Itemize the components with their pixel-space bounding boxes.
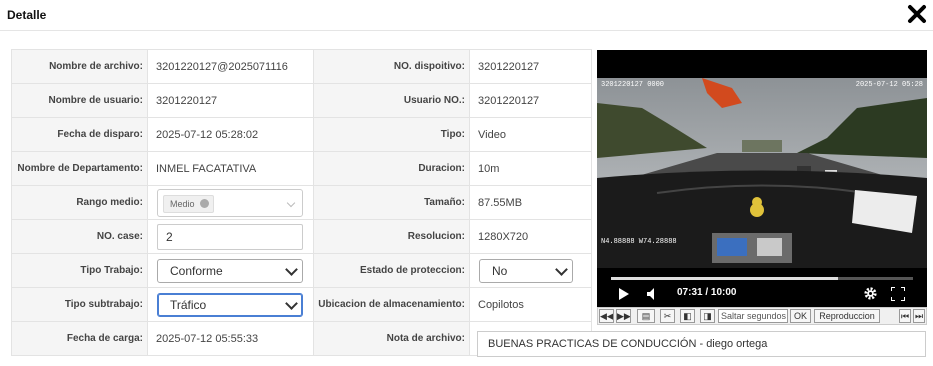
upload-date-value: 2025-07-12 05:55:33 — [147, 321, 314, 356]
detail-table: Nombre de archivo: 3201220127@2025071116… — [11, 49, 592, 356]
trigger-date-value: 2025-07-12 05:28:02 — [147, 117, 314, 152]
field-label: Tipo: — [313, 117, 470, 152]
field-label: Nombre de archivo: — [11, 49, 148, 84]
case-number-input[interactable] — [157, 223, 303, 250]
duration-value: 10m — [469, 151, 592, 186]
chevron-down-icon — [285, 296, 298, 310]
osd-bottom-left: N4.88888 W74.28888 — [601, 238, 677, 246]
size-value: 87.55MB — [469, 185, 592, 220]
playback-toolbar: ◀◀ ▶▶ ▤ ✂ ◧ ◨ Saltar segundos OK Reprodu… — [597, 307, 927, 325]
work-type-select[interactable]: Conforme — [157, 258, 303, 283]
field-label: Ubicacion de almacenamiento: — [313, 287, 470, 322]
subwork-type-select[interactable]: Tráfico — [157, 292, 303, 317]
range-multiselect[interactable]: Medio — [157, 188, 303, 217]
gear-icon[interactable] — [863, 286, 878, 301]
play-icon[interactable] — [619, 288, 629, 300]
field-label: Rango medio: — [11, 185, 148, 220]
chevron-down-icon — [555, 262, 568, 276]
video-player[interactable]: 3201220127 0000 2025-07-12 05:28 N4.8888… — [597, 50, 927, 308]
field-label: Estado de proteccion: — [313, 253, 470, 288]
user-number-value: 3201220127 — [469, 83, 592, 118]
device-number-value: 3201220127 — [469, 49, 592, 84]
table-row: Tipo Trabajo: Conforme Estado de protecc… — [11, 253, 592, 288]
playback-button[interactable]: Reproduccion — [814, 309, 880, 323]
table-row: Nombre de Departamento: INMEL FACATATIVA… — [11, 151, 592, 186]
field-label: Tamaño: — [313, 185, 470, 220]
remove-tag-icon[interactable] — [199, 198, 209, 208]
skip-end-icon[interactable]: ⏭ — [913, 309, 925, 323]
osd-top-left: 3201220127 0000 — [601, 81, 665, 89]
dialog-title: Detalle — [7, 8, 47, 22]
field-label: NO. dispoitivo: — [313, 49, 470, 84]
field-label: Fecha de carga: — [11, 321, 148, 356]
field-label: Fecha de disparo: — [11, 117, 148, 152]
type-value: Video — [469, 117, 592, 152]
field-label: NO. case: — [11, 219, 148, 254]
table-row: Tipo subtrabajo: Tráfico Ubicacion de al… — [11, 287, 592, 322]
fullscreen-icon[interactable] — [891, 287, 905, 301]
subwork-type-selected: Tráfico — [170, 297, 207, 312]
skip-start-icon[interactable]: ⏮ — [899, 309, 911, 323]
field-label: Tipo subtrabajo: — [11, 287, 148, 322]
chevron-down-icon — [286, 198, 296, 207]
cut-icon[interactable]: ✂ — [660, 309, 675, 323]
osd-top-right: 2025-07-12 05:28 — [855, 81, 923, 89]
video-time: 07:31 / 10:00 — [677, 287, 737, 298]
department-value: INMEL FACATATIVA — [147, 151, 314, 186]
table-row: Fecha de disparo: 2025-07-12 05:28:02 Ti… — [11, 117, 592, 152]
fast-forward-icon[interactable]: ▶▶ — [616, 309, 631, 323]
file-note-input[interactable]: BUENAS PRACTICAS DE CONDUCCIÓN - diego o… — [477, 331, 926, 357]
video-progress-fill — [611, 277, 838, 280]
storage-location-value: Copilotos — [469, 287, 592, 322]
user-name-value: 3201220127 — [147, 83, 314, 118]
range-tag: Medio — [163, 194, 214, 213]
resolution-value: 1280X720 — [469, 219, 592, 254]
previous-frame-icon[interactable]: ◧ — [680, 309, 695, 323]
skip-seconds-input[interactable]: Saltar segundos — [718, 309, 788, 323]
video-progress-bar[interactable] — [611, 277, 913, 280]
protection-state-selected: No — [492, 263, 508, 278]
field-label: Nombre de Departamento: — [11, 151, 148, 186]
table-row: Nombre de usuario: 3201220127 Usuario NO… — [11, 83, 592, 118]
field-label: Usuario NO.: — [313, 83, 470, 118]
rewind-icon[interactable]: ◀◀ — [599, 309, 614, 323]
table-row: Nombre de archivo: 3201220127@2025071116… — [11, 49, 592, 84]
field-label: Nombre de usuario: — [11, 83, 148, 118]
volume-icon[interactable] — [647, 288, 661, 300]
next-frame-icon[interactable]: ◨ — [700, 309, 715, 323]
protection-state-select[interactable]: No — [479, 258, 573, 283]
close-icon[interactable] — [907, 4, 927, 24]
field-label: Nota de archivo: — [313, 321, 470, 356]
screenshot-icon[interactable]: ▤ — [637, 309, 655, 323]
chevron-down-icon — [285, 262, 298, 276]
dialog-header: Detalle — [0, 0, 933, 31]
field-label: Duracion: — [313, 151, 470, 186]
table-row: NO. case: Resolucion: 1280X720 — [11, 219, 592, 254]
field-label: Resolucion: — [313, 219, 470, 254]
work-type-selected: Conforme — [170, 263, 223, 278]
field-label: Tipo Trabajo: — [11, 253, 148, 288]
range-tag-label: Medio — [170, 198, 195, 209]
table-row: Rango medio: Medio Tamaño: 87.55MB — [11, 185, 592, 220]
ok-button[interactable]: OK — [790, 309, 811, 323]
file-name-value: 3201220127@2025071116 — [147, 49, 314, 84]
